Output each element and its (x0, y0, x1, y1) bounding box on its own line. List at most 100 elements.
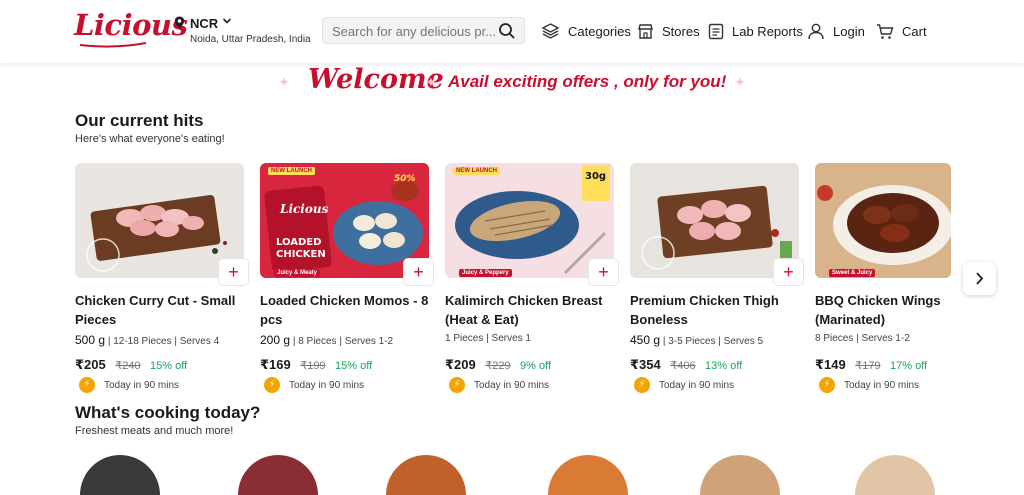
product-card[interactable]: Licious LOADED CHICKEN 50% NEW LAUNCH Ju… (260, 163, 434, 399)
delivery-time: Today in 90 mins (474, 379, 550, 391)
store-icon (638, 23, 653, 39)
new-launch-badge: NEW LAUNCH (453, 167, 500, 175)
product-image[interactable]: Sweet & Juicy (815, 163, 951, 278)
product-name[interactable]: BBQ Chicken Wings (Marinated) (815, 291, 985, 329)
product-serves: Serves 4 (179, 336, 220, 347)
product-discount: 9% off (520, 360, 552, 372)
nav-cart[interactable]: Cart (876, 20, 927, 42)
product-meta: 450 g | 3-5 Pieces | Serves 5 (630, 333, 763, 347)
nav-categories[interactable]: Categories (541, 20, 631, 42)
product-card[interactable]: + Premium Chicken Thigh Boneless 450 g |… (630, 163, 804, 399)
delivery-info: ⚡ Today in 90 mins (634, 377, 734, 393)
layers-icon (541, 23, 560, 39)
flavour-tag: Sweet & Juicy (829, 269, 876, 277)
location-city: NCR (190, 16, 219, 31)
product-mrp: ₹179 (855, 360, 881, 372)
category-thumbnail[interactable] (386, 455, 466, 495)
carousel-next-button[interactable] (963, 262, 996, 295)
banner-offer-text: Avail exciting offers , only for you! (448, 72, 727, 91)
product-name[interactable]: Chicken Curry Cut - Small Pieces (75, 291, 245, 329)
delivery-time: Today in 90 mins (289, 379, 365, 391)
sparkle-icon: ✦ (425, 74, 437, 90)
search-input[interactable] (332, 22, 497, 40)
product-discount: 15% off (150, 360, 188, 372)
product-mrp: ₹240 (115, 360, 141, 372)
new-launch-badge: NEW LAUNCH (268, 167, 315, 175)
product-mrp: ₹199 (300, 360, 326, 372)
product-weight: 200 g (260, 333, 291, 347)
category-thumbnail[interactable] (548, 455, 628, 495)
nav-stores-label: Stores (662, 23, 700, 39)
product-discount: 13% off (705, 360, 743, 372)
banner-welcome-text: Welcome (308, 64, 444, 95)
nav-stores[interactable]: Stores (637, 20, 700, 42)
category-thumbnail[interactable] (855, 455, 935, 495)
svg-text:50%: 50% (394, 174, 416, 184)
nav-login-label: Login (833, 23, 865, 39)
delivery-time: Today in 90 mins (844, 379, 920, 391)
product-price: ₹205 (75, 357, 106, 372)
location-pin-icon (174, 16, 185, 29)
nav-login[interactable]: Login (807, 20, 865, 42)
sparkle-icon: ✦ (734, 74, 746, 90)
product-serves: Serves 1-2 (344, 336, 394, 347)
sparkle-icon: ✦ (278, 74, 290, 90)
price-row: ₹354 ₹406 13% off (630, 356, 742, 374)
delivery-time: Today in 90 mins (104, 379, 180, 391)
lightning-icon: ⚡ (79, 377, 95, 393)
search-icon[interactable] (498, 22, 516, 40)
category-thumbnail[interactable] (80, 455, 160, 495)
cooking-subtitle: Freshest meats and much more! (75, 425, 234, 437)
delivery-time: Today in 90 mins (659, 379, 735, 391)
svg-text:Licious: Licious (279, 202, 329, 216)
price-row: ₹205 ₹240 15% off (75, 356, 187, 374)
chevron-right-icon (976, 272, 984, 285)
add-to-cart-button[interactable]: + (773, 258, 804, 286)
brand-logo[interactable]: Licious (74, 8, 188, 42)
product-pieces: 8 Pieces (815, 333, 854, 344)
product-pieces: 8 Pieces (298, 336, 337, 347)
category-thumbnail[interactable] (700, 455, 780, 495)
add-to-cart-button[interactable]: + (403, 258, 434, 286)
svg-text:CHICKEN: CHICKEN (276, 249, 326, 260)
svg-text:30g: 30g (585, 171, 606, 182)
product-name[interactable]: Premium Chicken Thigh Boneless (630, 291, 800, 329)
nav-lab-reports[interactable]: Lab Reports (708, 20, 803, 42)
delivery-info: ⚡ Today in 90 mins (79, 377, 179, 393)
product-price: ₹209 (445, 357, 476, 372)
add-to-cart-button[interactable]: + (588, 258, 619, 286)
product-pieces: 1 Pieces (445, 333, 484, 344)
search-bar[interactable] (322, 17, 525, 44)
lightning-icon: ⚡ (449, 377, 465, 393)
welcome-banner[interactable]: ✦ Welcome ✦ Avail exciting offers , only… (270, 64, 750, 102)
nav-lab-reports-label: Lab Reports (732, 23, 803, 39)
product-meta: 1 Pieces | Serves 1 (445, 333, 531, 344)
product-price: ₹354 (630, 357, 661, 372)
chevron-down-icon (222, 18, 232, 24)
product-meta: 200 g | 8 Pieces | Serves 1-2 (260, 333, 393, 347)
product-card[interactable]: 30g NEW LAUNCH Juicy & Peppery + Kalimir… (445, 163, 619, 399)
hits-subtitle: Here's what everyone's eating! (75, 133, 225, 145)
product-name[interactable]: Loaded Chicken Momos - 8 pcs (260, 291, 430, 329)
delivery-info: ⚡ Today in 90 mins (264, 377, 364, 393)
price-row: ₹209 ₹229 9% off (445, 356, 551, 374)
product-serves: Serves 5 (723, 336, 764, 347)
cart-icon (877, 23, 894, 39)
product-weight: 450 g (630, 333, 661, 347)
location-address: Noida, Uttar Pradesh, India (190, 34, 311, 45)
add-to-cart-button[interactable]: + (218, 258, 249, 286)
product-pieces: 12-18 Pieces (113, 336, 172, 347)
svg-text:LOADED: LOADED (276, 237, 321, 248)
product-card[interactable]: + Chicken Curry Cut - Small Pieces 500 g… (75, 163, 249, 399)
nav-categories-label: Categories (568, 23, 631, 39)
category-thumbnail[interactable] (238, 455, 318, 495)
price-row: ₹169 ₹199 15% off (260, 356, 372, 374)
price-row: ₹149 ₹179 17% off (815, 356, 927, 374)
top-header: Licious NCR Noida, Uttar Pradesh, India … (0, 0, 1024, 63)
product-card[interactable]: Sweet & Juicy BBQ Chicken Wings (Marinat… (815, 163, 951, 399)
product-serves: Serves 1-2 (861, 333, 910, 344)
product-name[interactable]: Kalimirch Chicken Breast (Heat & Eat) (445, 291, 615, 329)
product-price: ₹169 (260, 357, 291, 372)
delivery-info: ⚡ Today in 90 mins (819, 377, 919, 393)
product-meta: 500 g | 12-18 Pieces | Serves 4 (75, 333, 219, 347)
